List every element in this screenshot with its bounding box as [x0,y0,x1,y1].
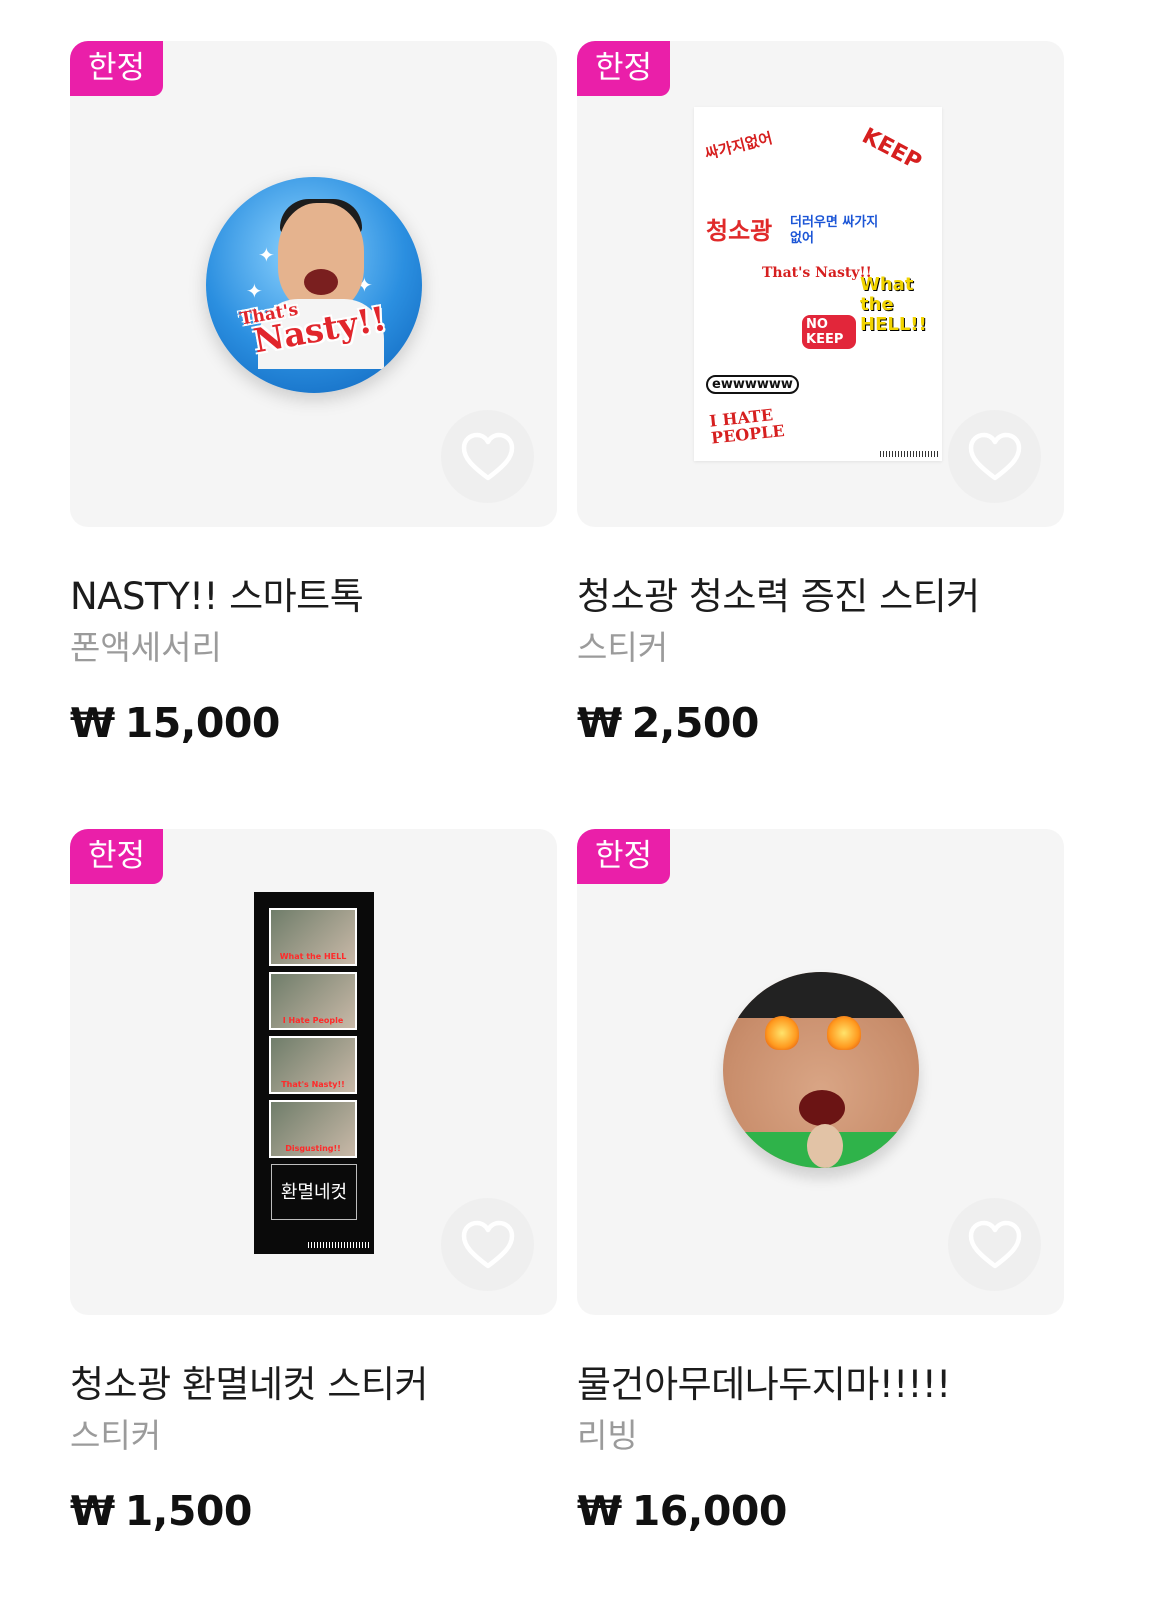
product-price: ₩16,000 [577,1487,787,1535]
product-image: 싸가지없어 KEEP 청소광 더러우면 싸가지 없어 That's Nasty!… [694,107,942,461]
product-card[interactable]: 싸가지없어 KEEP 청소광 더러우면 싸가지 없어 That's Nasty!… [577,41,1064,747]
heart-outline-icon [968,432,1021,480]
product-thumbnail[interactable]: 한정 [577,829,1064,1315]
limited-badge: 한정 [70,829,163,884]
currency-symbol: ₩ [577,1487,622,1535]
product-title[interactable]: 물건아무데나두지마!!!!! [577,1354,951,1408]
currency-symbol: ₩ [577,699,622,747]
product-category: 스티커 [70,1416,162,1455]
product-title[interactable]: 청소광 환멸네컷 스티커 [70,1354,428,1408]
limited-badge: 한정 [70,41,163,96]
favorite-button[interactable] [948,1198,1041,1291]
product-title[interactable]: NASTY!! 스마트톡 [70,566,364,620]
product-price: ₩15,000 [70,699,280,747]
product-category: 스티커 [577,628,669,667]
currency-symbol: ₩ [70,699,115,747]
product-image: What the HELL I Hate People That's Nasty… [254,892,374,1254]
heart-outline-icon [968,1220,1021,1268]
favorite-button[interactable] [441,410,534,503]
product-card[interactable]: ✦ ✦ ✦ That's Nasty!! 한정 NASTY!! 스마트톡 폰액세… [70,41,557,747]
price-value: 15,000 [124,699,281,747]
product-price: ₩2,500 [577,699,759,747]
product-title[interactable]: 청소광 청소력 증진 스티커 [577,566,980,620]
heart-outline-icon [461,432,514,480]
product-thumbnail[interactable]: ✦ ✦ ✦ That's Nasty!! 한정 [70,41,557,527]
price-value: 1,500 [124,1487,253,1535]
product-category: 리빙 [577,1416,638,1455]
price-value: 2,500 [631,699,760,747]
currency-symbol: ₩ [70,1487,115,1535]
limited-badge: 한정 [577,41,670,96]
product-image: ✦ ✦ ✦ That's Nasty!! [206,177,422,393]
product-thumbnail[interactable]: What the HELL I Hate People That's Nasty… [70,829,557,1315]
limited-badge: 한정 [577,829,670,884]
price-value: 16,000 [631,1487,788,1535]
product-price: ₩1,500 [70,1487,252,1535]
product-thumbnail[interactable]: 싸가지없어 KEEP 청소광 더러우면 싸가지 없어 That's Nasty!… [577,41,1064,527]
product-grid: ✦ ✦ ✦ That's Nasty!! 한정 NASTY!! 스마트톡 폰액세… [0,0,1170,1619]
product-card[interactable]: What the HELL I Hate People That's Nasty… [70,829,557,1535]
heart-outline-icon [461,1220,514,1268]
favorite-button[interactable] [441,1198,534,1291]
favorite-button[interactable] [948,410,1041,503]
product-card[interactable]: 한정 물건아무데나두지마!!!!! 리빙 ₩16,000 [577,829,1064,1535]
product-category: 폰액세서리 [70,628,222,667]
product-image [723,972,919,1168]
